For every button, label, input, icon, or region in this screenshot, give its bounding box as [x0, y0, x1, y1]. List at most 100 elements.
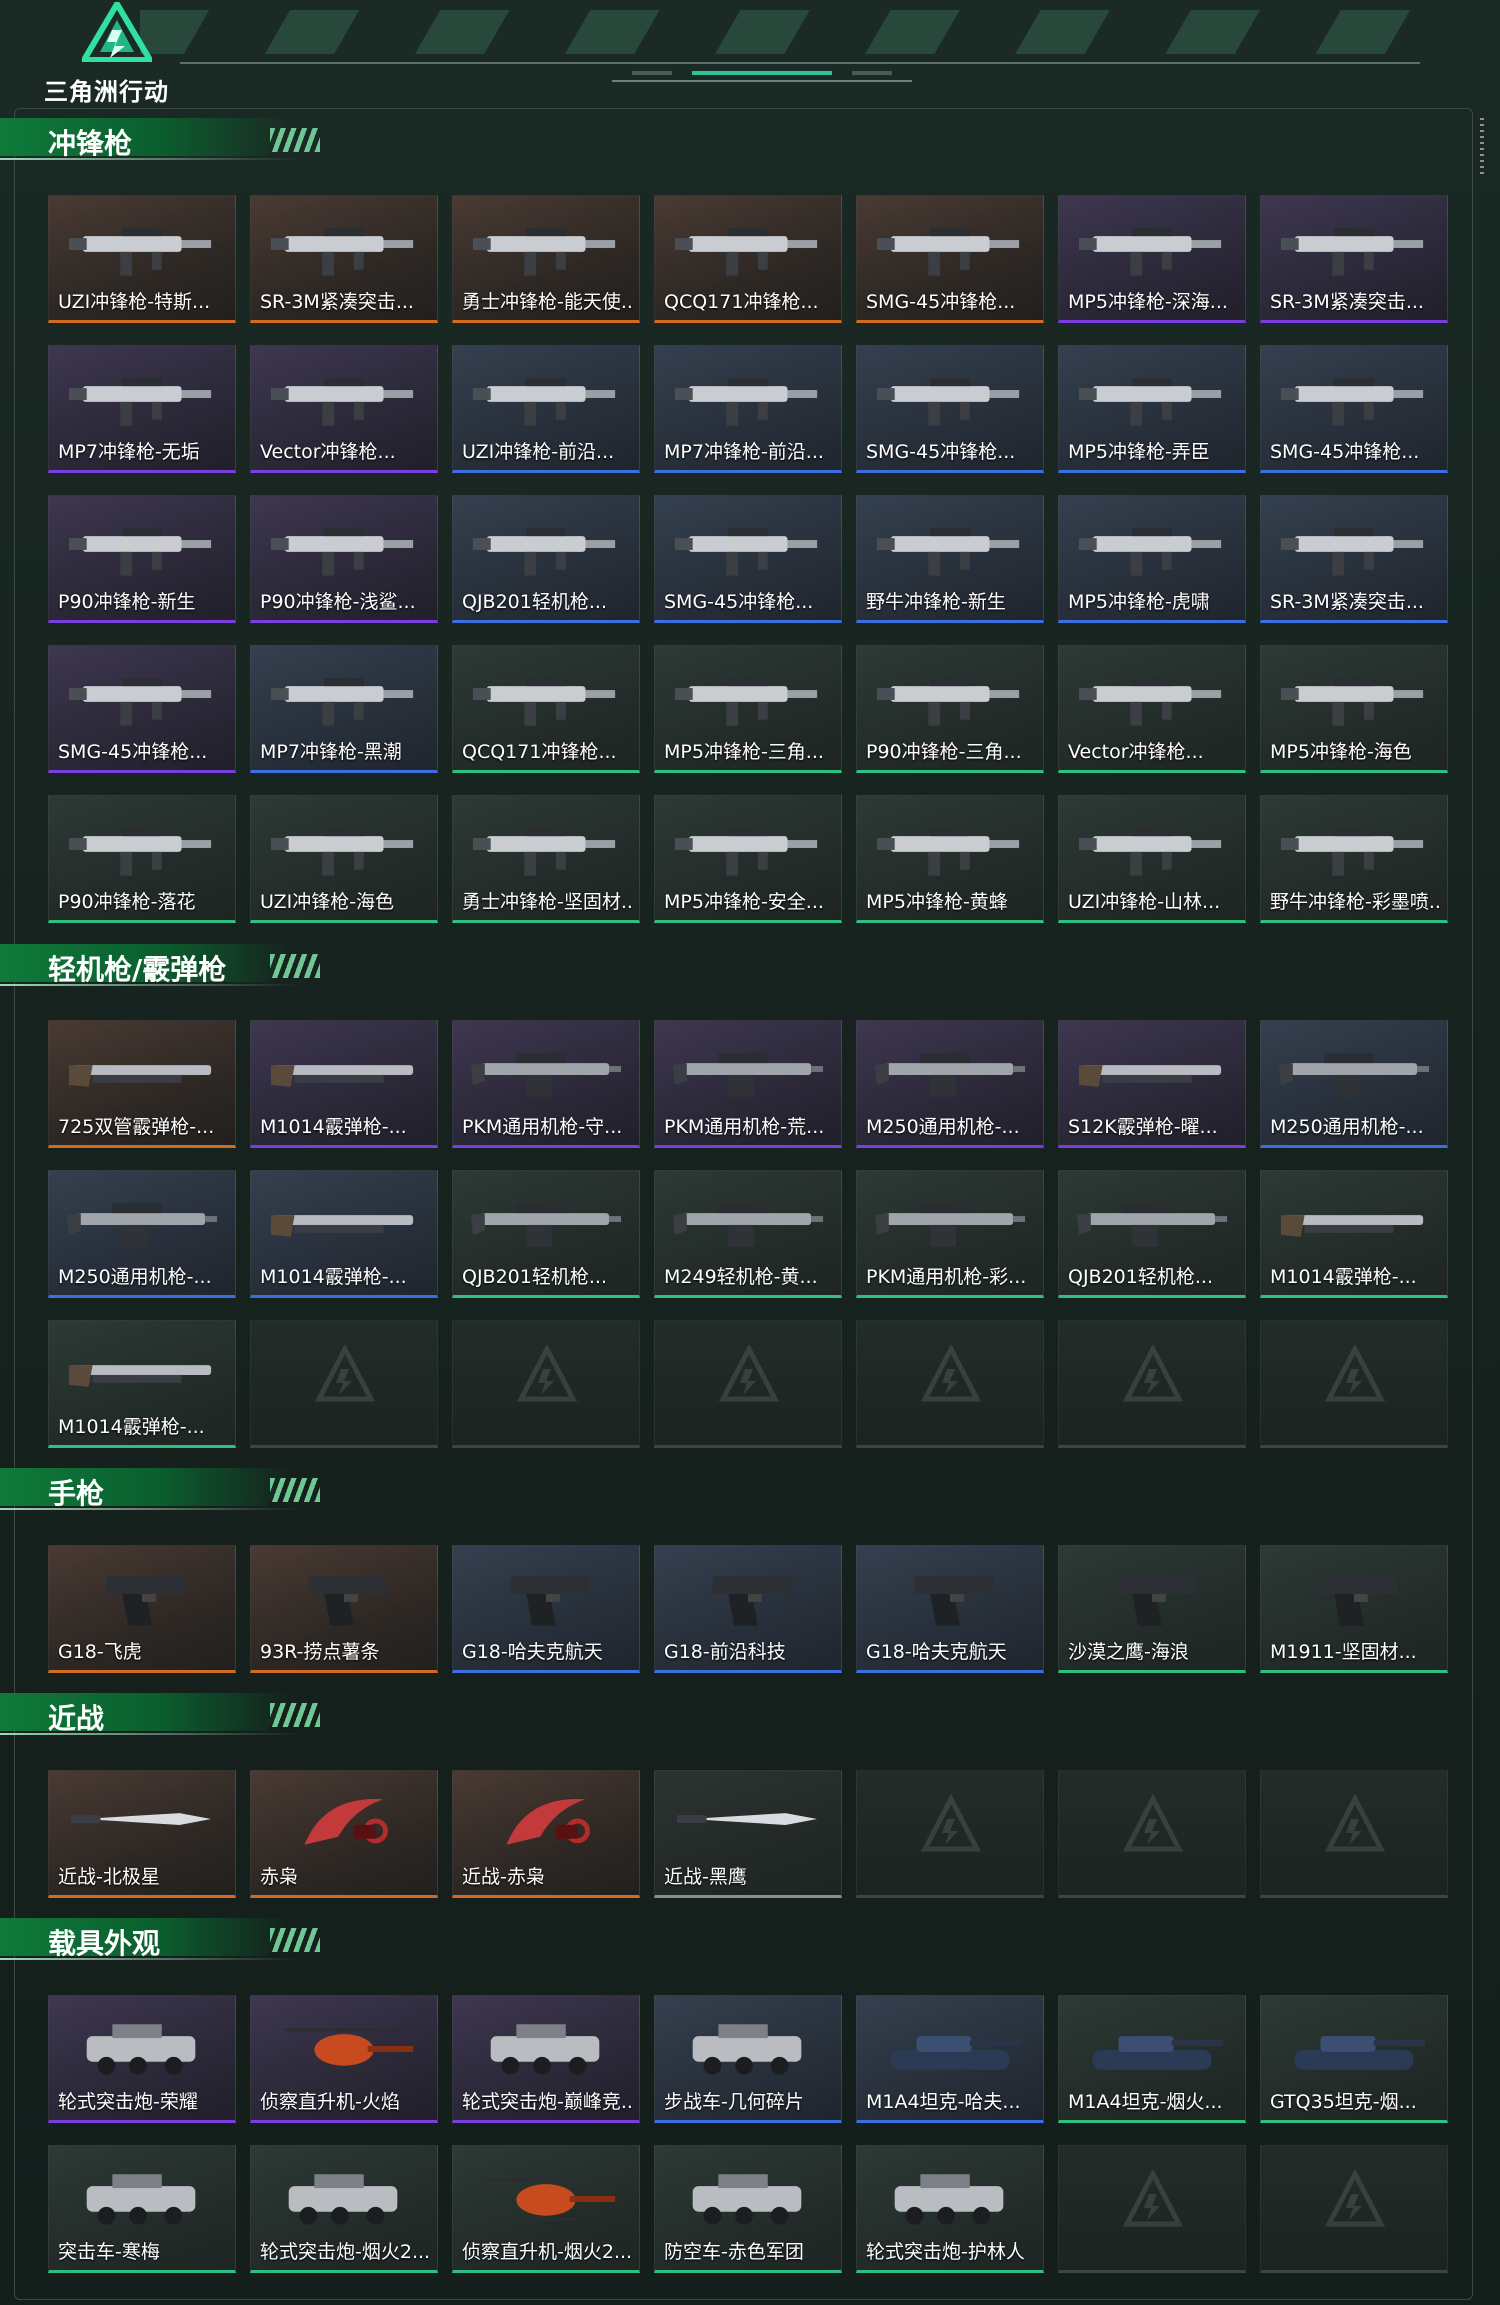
item-card[interactable]: 勇士冲锋枪-能天使... — [452, 195, 640, 323]
shotgun-icon — [1078, 1065, 1222, 1087]
item-card[interactable]: M250通用机枪-... — [856, 1020, 1044, 1148]
section-title: 轻机枪/霰弹枪 — [48, 953, 227, 986]
delta-watermark-icon — [921, 1795, 981, 1852]
item-card[interactable]: MP5冲锋枪-海色 — [1260, 645, 1448, 773]
item-card[interactable]: QCQ171冲锋枪... — [452, 645, 640, 773]
item-card[interactable]: S12K霰弹枪-曜... — [1058, 1020, 1246, 1148]
item-name: M1014霰弹枪-... — [260, 1266, 407, 1288]
item-card[interactable]: 轮式突击炮-烟火2... — [250, 2145, 438, 2273]
item-name: M1A4坦克-哈夫... — [866, 2091, 1021, 2113]
item-card[interactable]: SMG-45冲锋枪... — [856, 195, 1044, 323]
melee-grid: 近战-北极星 赤枭 近战-赤枭 近战-黑鹰 — [48, 1770, 1448, 1898]
item-name: 勇士冲锋枪-坚固材... — [462, 891, 633, 913]
item-card[interactable]: MP5冲锋枪-安全... — [654, 795, 842, 923]
item-card[interactable]: 93R-捞点薯条 — [250, 1545, 438, 1673]
item-card[interactable]: P90冲锋枪-浅鲨... — [250, 495, 438, 623]
item-card[interactable]: SMG-45冲锋枪... — [1260, 345, 1448, 473]
delta-watermark-icon — [1123, 1795, 1183, 1852]
machinegun-icon — [672, 1053, 824, 1097]
item-card[interactable]: MP7冲锋枪-无垢 — [48, 345, 236, 473]
item-card[interactable]: M250通用机枪-... — [1260, 1020, 1448, 1148]
machinegun-icon — [470, 1053, 622, 1097]
item-card[interactable]: QCQ171冲锋枪... — [654, 195, 842, 323]
item-card[interactable]: M1014霰弹枪-... — [250, 1020, 438, 1148]
item-card[interactable]: PKM通用机枪-荒... — [654, 1020, 842, 1148]
item-name: 勇士冲锋枪-能天使... — [462, 291, 633, 313]
item-card[interactable]: PKM通用机枪-彩... — [856, 1170, 1044, 1298]
item-card[interactable]: 近战-赤枭 — [452, 1770, 640, 1898]
delta-watermark-icon — [517, 1345, 577, 1402]
item-card[interactable]: M249轻机枪-黄... — [654, 1170, 842, 1298]
item-card[interactable]: Vector冲锋枪... — [1058, 645, 1246, 773]
item-card[interactable]: SMG-45冲锋枪... — [856, 345, 1044, 473]
item-card[interactable]: 轮式突击炮-巅峰竞... — [452, 1995, 640, 2123]
item-name: M250通用机枪-... — [866, 1116, 1020, 1138]
item-card[interactable]: QJB201轻机枪... — [1058, 1170, 1246, 1298]
item-name: 突击车-寒梅 — [58, 2241, 160, 2263]
item-card[interactable]: SMG-45冲锋枪... — [654, 495, 842, 623]
smg-icon — [876, 678, 1020, 726]
item-name: 野牛冲锋枪-新生 — [866, 591, 1006, 613]
item-card[interactable]: M250通用机枪-... — [48, 1170, 236, 1298]
item-card[interactable]: 侦察直升机-火焰 — [250, 1995, 438, 2123]
item-card[interactable]: 赤枭 — [250, 1770, 438, 1898]
item-card[interactable]: 步战车-几何碎片 — [654, 1995, 842, 2123]
item-card[interactable]: MP7冲锋枪-前沿... — [654, 345, 842, 473]
item-card[interactable]: 轮式突击炮-荣耀 — [48, 1995, 236, 2123]
item-name: 725双管霰弹枪-... — [58, 1116, 215, 1138]
item-card[interactable]: G18-前沿科技 — [654, 1545, 842, 1673]
item-card[interactable]: GTQ35坦克-烟... — [1260, 1995, 1448, 2123]
item-card[interactable]: MP5冲锋枪-弄臣 — [1058, 345, 1246, 473]
item-card[interactable]: UZI冲锋枪-海色 — [250, 795, 438, 923]
item-card[interactable]: MP5冲锋枪-虎啸 — [1058, 495, 1246, 623]
smg-icon — [1078, 828, 1222, 876]
item-card[interactable]: MP5冲锋枪-三角... — [654, 645, 842, 773]
item-card[interactable]: 防空车-赤色军团 — [654, 2145, 842, 2273]
item-card[interactable]: 勇士冲锋枪-坚固材... — [452, 795, 640, 923]
item-card[interactable]: SR-3M紧凑突击... — [250, 195, 438, 323]
item-card[interactable]: 沙漠之鹰-海浪 — [1058, 1545, 1246, 1673]
item-card[interactable]: M1A4坦克-烟火... — [1058, 1995, 1246, 2123]
smg-icon — [1078, 528, 1222, 576]
item-card[interactable]: UZI冲锋枪-特斯... — [48, 195, 236, 323]
item-card[interactable]: Vector冲锋枪... — [250, 345, 438, 473]
item-card[interactable]: 野牛冲锋枪-彩墨喷... — [1260, 795, 1448, 923]
item-card[interactable]: SMG-45冲锋枪... — [48, 645, 236, 773]
item-card[interactable]: M1A4坦克-哈夫... — [856, 1995, 1044, 2123]
scrollbar-handle[interactable] — [1480, 118, 1484, 178]
item-card[interactable]: QJB201轻机枪... — [452, 495, 640, 623]
item-card[interactable]: 突击车-寒梅 — [48, 2145, 236, 2273]
item-card[interactable]: PKM通用机枪-守... — [452, 1020, 640, 1148]
smg-icon — [1280, 378, 1424, 426]
item-card[interactable]: 近战-北极星 — [48, 1770, 236, 1898]
item-card[interactable]: UZI冲锋枪-山林... — [1058, 795, 1246, 923]
item-card[interactable]: MP5冲锋枪-黄蜂 — [856, 795, 1044, 923]
item-card[interactable]: 侦察直升机-烟火2... — [452, 2145, 640, 2273]
item-card[interactable]: QJB201轻机枪... — [452, 1170, 640, 1298]
item-card[interactable]: M1014霰弹枪-... — [48, 1320, 236, 1448]
item-card[interactable]: G18-哈夫克航天 — [856, 1545, 1044, 1673]
pistol-icon — [308, 1576, 388, 1626]
item-card[interactable]: 轮式突击炮-护林人 — [856, 2145, 1044, 2273]
item-card[interactable]: P90冲锋枪-三角... — [856, 645, 1044, 773]
item-card[interactable]: M1014霰弹枪-... — [250, 1170, 438, 1298]
shotgun-icon — [1280, 1215, 1424, 1237]
smg-icon — [1280, 528, 1424, 576]
item-card[interactable]: M1911-坚固材... — [1260, 1545, 1448, 1673]
item-card[interactable]: SR-3M紧凑突击... — [1260, 195, 1448, 323]
item-card[interactable]: SR-3M紧凑突击... — [1260, 495, 1448, 623]
item-card[interactable]: 野牛冲锋枪-新生 — [856, 495, 1044, 623]
item-card[interactable]: P90冲锋枪-新生 — [48, 495, 236, 623]
item-card[interactable]: MP5冲锋枪-深海... — [1058, 195, 1246, 323]
item-name: M1A4坦克-烟火... — [1068, 2091, 1223, 2113]
smg-icon — [876, 828, 1020, 876]
item-card[interactable]: 近战-黑鹰 — [654, 1770, 842, 1898]
smg-icon — [1280, 828, 1424, 876]
item-card[interactable]: P90冲锋枪-落花 — [48, 795, 236, 923]
item-card[interactable]: 725双管霰弹枪-... — [48, 1020, 236, 1148]
item-card[interactable]: G18-飞虎 — [48, 1545, 236, 1673]
item-card[interactable]: MP7冲锋枪-黑潮 — [250, 645, 438, 773]
item-card[interactable]: M1014霰弹枪-... — [1260, 1170, 1448, 1298]
item-card[interactable]: G18-哈夫克航天 — [452, 1545, 640, 1673]
item-card[interactable]: UZI冲锋枪-前沿... — [452, 345, 640, 473]
